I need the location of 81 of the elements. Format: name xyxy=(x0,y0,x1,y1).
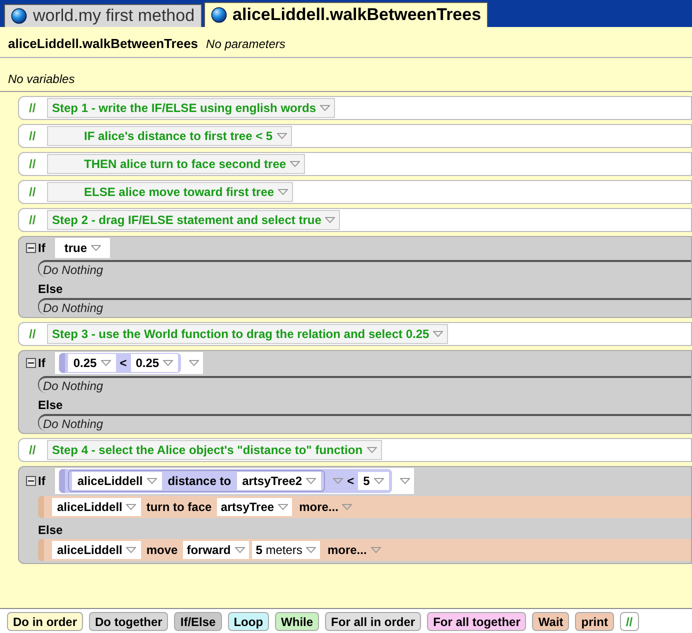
dropdown-icon[interactable] xyxy=(91,245,102,251)
dropdown-icon[interactable] xyxy=(126,547,136,553)
dropdown-icon[interactable] xyxy=(342,504,352,510)
operator-label: < xyxy=(120,355,127,372)
dropdown-icon[interactable] xyxy=(306,547,316,553)
palette-button[interactable]: If/Else xyxy=(174,612,222,630)
dropdown-icon[interactable] xyxy=(306,478,316,484)
dropdown-icon[interactable] xyxy=(234,547,245,553)
empty-slot: Do Nothing xyxy=(38,260,691,277)
dropdown-icon[interactable] xyxy=(100,360,111,366)
palette-button[interactable]: print xyxy=(575,612,614,630)
function-block[interactable]: aliceLiddell distance to artsyTree2 xyxy=(68,470,326,492)
method-name: aliceLiddell.walkBetweenTrees xyxy=(8,35,198,53)
dropdown-icon[interactable] xyxy=(320,105,330,111)
dropdown-icon[interactable] xyxy=(276,133,287,139)
if-keyword: If xyxy=(38,355,46,372)
comment-marker: // xyxy=(29,156,37,173)
dropdown-icon[interactable] xyxy=(146,478,157,484)
argument-tile[interactable]: forward xyxy=(182,541,249,559)
argument-tile[interactable]: artsyTree xyxy=(216,498,292,516)
dropdown-icon[interactable] xyxy=(126,504,136,510)
dropdown-icon[interactable] xyxy=(333,478,344,484)
comment-marker: // xyxy=(29,442,37,459)
method-block[interactable]: aliceLiddell move forward 5 meters more... xyxy=(38,539,691,561)
else-keyword: Else xyxy=(38,523,63,537)
relation-block[interactable]: 0.25 < 0.25 xyxy=(59,353,182,373)
dropdown-icon[interactable] xyxy=(370,547,381,553)
tab[interactable]: aliceLiddell.walkBetweenTrees xyxy=(204,2,488,27)
collapse-icon[interactable] xyxy=(26,358,36,368)
comment-marker: // xyxy=(29,212,37,229)
collapse-icon[interactable] xyxy=(26,243,36,253)
operator-label: < xyxy=(347,473,354,490)
more-button[interactable]: more... xyxy=(323,541,385,559)
empty-slot: Do Nothing xyxy=(38,414,691,431)
object-tile[interactable]: aliceLiddell xyxy=(72,472,162,490)
dropdown-icon[interactable] xyxy=(278,504,288,510)
dropdown-icon[interactable] xyxy=(189,360,200,366)
function-label: distance to xyxy=(166,473,232,490)
object-tile[interactable]: aliceLiddell xyxy=(52,541,142,559)
variables-label: No variables xyxy=(8,72,75,86)
comment-marker: // xyxy=(29,184,37,201)
more-button[interactable]: more... xyxy=(295,498,356,516)
else-keyword: Else xyxy=(38,398,63,412)
relation-block[interactable]: aliceLiddell distance to artsyTree2 < 5 xyxy=(59,469,392,493)
comment-marker: // xyxy=(29,128,37,145)
dropdown-icon[interactable] xyxy=(433,331,444,337)
dropdown-icon[interactable] xyxy=(400,478,410,484)
dropdown-icon[interactable] xyxy=(325,217,336,223)
argument-tile[interactable]: 5 meters xyxy=(252,541,320,559)
object-tile[interactable]: aliceLiddell xyxy=(52,498,142,516)
palette-button[interactable]: While xyxy=(275,612,320,630)
empty-slot: Do Nothing xyxy=(38,298,691,315)
else-keyword: Else xyxy=(38,282,63,296)
value-tile[interactable]: 0.25 xyxy=(68,354,116,372)
parameters-label: No parameters xyxy=(206,36,286,53)
if-keyword: If xyxy=(38,240,46,257)
comment-marker: // xyxy=(29,326,37,343)
empty-slot: Do Nothing xyxy=(38,376,691,393)
argument-tile[interactable]: artsyTree2 xyxy=(237,472,322,490)
dropdown-icon[interactable] xyxy=(163,360,174,366)
comment-marker: // xyxy=(29,100,37,117)
sphere-icon xyxy=(11,8,27,24)
palette-button[interactable]: For all in order xyxy=(325,612,422,630)
method-block[interactable]: aliceLiddell turn to face artsyTree more... xyxy=(38,496,691,518)
palette-button[interactable]: For all together xyxy=(427,612,526,630)
if-keyword: If xyxy=(38,473,46,490)
palette-button[interactable]: Do in order xyxy=(7,612,84,630)
dropdown-icon[interactable] xyxy=(290,161,300,167)
dropdown-icon[interactable] xyxy=(278,189,288,195)
value-tile[interactable]: 0.25 xyxy=(130,354,178,372)
sphere-icon xyxy=(210,7,227,23)
palette-button[interactable]: Loop xyxy=(228,612,270,630)
dropdown-icon[interactable] xyxy=(374,478,384,484)
collapse-icon[interactable] xyxy=(26,476,36,486)
method-label: turn to face xyxy=(145,499,213,516)
palette-button[interactable]: Do together xyxy=(89,612,168,630)
dropdown-icon[interactable] xyxy=(366,447,377,453)
method-label: move xyxy=(145,542,179,559)
value-tile[interactable]: 5 xyxy=(358,472,389,490)
palette-button[interactable]: Wait xyxy=(532,612,570,630)
tab[interactable]: world.my first method xyxy=(4,4,202,27)
